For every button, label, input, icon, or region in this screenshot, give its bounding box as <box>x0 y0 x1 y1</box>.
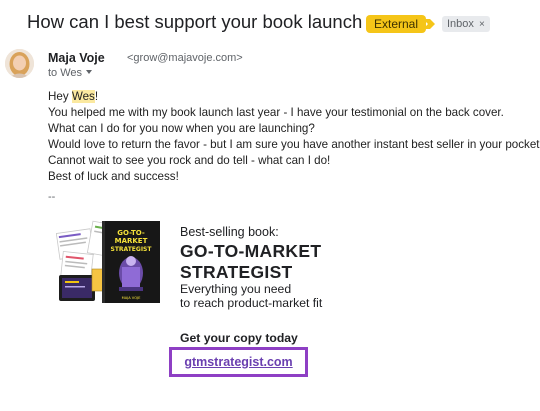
sender-name: Maja Voje <box>48 51 105 65</box>
signature-label: Best-selling book: <box>180 225 279 239</box>
body-line: What can I do for you now when you are l… <box>48 122 315 135</box>
recipient-details[interactable]: to Wes <box>48 67 93 79</box>
email-subject: How can I best support your book launch <box>27 11 363 32</box>
book-cover-title-2: MARKET <box>115 237 148 245</box>
book-cover-title-3: STRATEGIST <box>111 246 153 253</box>
book-title: GO-TO-MARKET STRATEGIST <box>180 241 380 283</box>
book-title-line: STRATEGIST <box>180 262 293 282</box>
external-label-badge: External <box>366 15 427 33</box>
greeting-line: Hey Wes! <box>48 89 540 105</box>
book-cover-author: MAJA VOJE <box>122 296 141 300</box>
book-subtitle: Everything you need to reach product-mar… <box>180 282 400 310</box>
website-link-box[interactable]: gtmstrategist.com <box>169 347 308 377</box>
email-body: Hey Wes! You helped me with my book laun… <box>48 89 540 185</box>
body-line: Would love to return the favor - but I a… <box>48 138 540 151</box>
greeting-prefix: Hey <box>48 90 72 103</box>
avatar[interactable] <box>5 49 34 78</box>
book-cover-title-1: GO-TO- <box>117 229 145 237</box>
inbox-label-text: Inbox <box>447 18 474 30</box>
signature-separator: -- <box>48 191 56 203</box>
body-line: You helped me with my book launch last y… <box>48 106 504 119</box>
remove-label-icon[interactable]: × <box>479 19 485 30</box>
inbox-label-chip[interactable]: Inbox × <box>442 16 490 32</box>
sender-email: <grow@majavoje.com> <box>127 52 243 64</box>
greeting-suffix: ! <box>94 90 99 103</box>
greeting-name: Wes <box>71 90 95 103</box>
book-subtitle-line: to reach product-market fit <box>180 296 323 310</box>
book-title-line: GO-TO-MARKET <box>180 241 322 261</box>
importance-arrow-icon[interactable] <box>422 18 436 30</box>
body-line: Best of luck and success! <box>48 170 179 183</box>
chevron-down-icon[interactable] <box>86 70 93 74</box>
avatar-photo <box>5 49 34 78</box>
book-mockup-image: GO-TO- MARKET STRATEGIST MAJA VOJE <box>56 220 160 303</box>
cta-label: Get your copy today <box>180 331 298 345</box>
recipient-text: to Wes <box>48 67 83 79</box>
body-line: Cannot wait to see you rock and do tell … <box>48 154 331 167</box>
book-subtitle-line: Everything you need <box>180 282 292 296</box>
website-link[interactable]: gtmstrategist.com <box>184 355 292 369</box>
